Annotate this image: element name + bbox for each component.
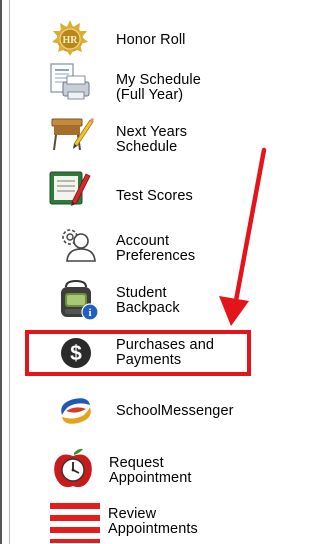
annotation-highlight-box bbox=[25, 330, 251, 376]
annotation-arrow bbox=[219, 147, 267, 326]
